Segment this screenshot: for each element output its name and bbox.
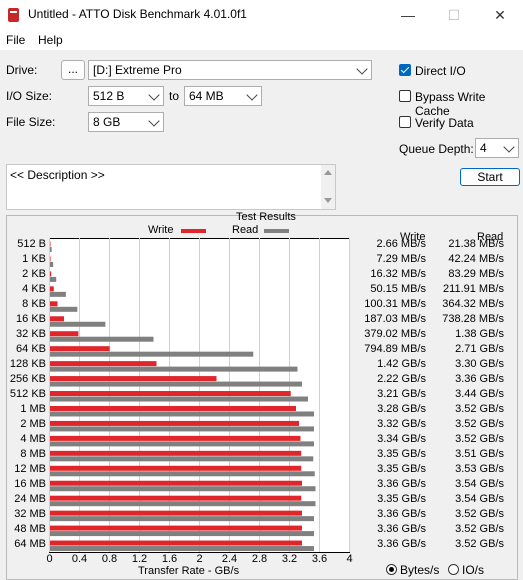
description-textbox[interactable]: << Description >> (6, 164, 336, 210)
bypass-write-cache-checkbox[interactable] (399, 90, 411, 102)
write-bar (50, 316, 65, 322)
menu-help[interactable]: Help (38, 33, 63, 47)
write-column-header: Write (400, 231, 426, 243)
write-bar (50, 301, 58, 307)
file-size-select[interactable]: 8 GB (88, 112, 164, 132)
file-size-value: 8 GB (93, 115, 121, 129)
drive-label: Drive: (6, 63, 38, 77)
write-bar (50, 495, 302, 501)
io-to-label: to (169, 89, 180, 103)
browse-button[interactable]: ... (61, 60, 85, 80)
legend-read-label: Read (232, 224, 259, 236)
read-bar (50, 516, 314, 522)
verify-data-checkbox[interactable] (399, 116, 411, 128)
write-bar (50, 510, 302, 516)
queue-depth-select[interactable]: 4 (475, 138, 519, 158)
write-bar (50, 331, 79, 337)
chevron-down-icon (356, 63, 368, 75)
read-bar (50, 276, 57, 282)
window-title: Untitled - ATTO Disk Benchmark 4.01.0f1 (28, 7, 247, 21)
write-bar (50, 391, 291, 397)
write-bar (50, 420, 299, 426)
write-bar (50, 540, 302, 546)
menu-bar (0, 30, 523, 50)
bytes-label[interactable]: Bytes/s (400, 563, 439, 577)
io-size-from-value: 512 B (93, 89, 125, 103)
file-size-label: File Size: (6, 115, 56, 129)
write-bar (50, 450, 302, 456)
results-title: Test Results (236, 211, 296, 223)
read-bar (50, 291, 66, 297)
read-bar (50, 261, 54, 267)
chevron-down-icon (148, 115, 160, 127)
write-bar (50, 435, 301, 441)
read-bar (50, 456, 314, 462)
write-bar (50, 361, 157, 367)
write-bar (50, 465, 302, 471)
direct-io-label[interactable]: Direct I/O (415, 64, 466, 78)
chevron-down-icon (246, 89, 258, 101)
app-icon (8, 8, 19, 22)
read-bar (50, 546, 314, 552)
write-bar (50, 376, 217, 382)
write-bar (50, 525, 302, 531)
scroll-up-icon[interactable] (324, 170, 332, 175)
read-bar (50, 441, 314, 447)
scroll-down-icon[interactable] (324, 198, 332, 203)
queue-depth-label: Queue Depth: (399, 142, 474, 156)
read-bar (50, 321, 106, 327)
drive-value: [D:] Extreme Pro (93, 63, 182, 77)
read-bar (50, 411, 314, 417)
read-bar (50, 471, 315, 477)
write-bar (50, 271, 52, 277)
write-bar (50, 405, 296, 411)
read-bar (50, 501, 316, 507)
write-bar (50, 286, 54, 292)
io-label[interactable]: IO/s (462, 563, 484, 577)
queue-depth-value: 4 (480, 141, 487, 155)
description-scrollbar[interactable] (321, 165, 335, 209)
read-bar (50, 336, 154, 342)
drive-select[interactable]: [D:] Extreme Pro (88, 60, 372, 80)
read-bar (50, 426, 314, 432)
close-button[interactable]: ✕ (477, 0, 523, 30)
write-bar (50, 256, 51, 262)
start-button[interactable]: Start (460, 168, 520, 186)
maximize-button[interactable]: ☐ (431, 0, 477, 30)
legend-write-label: Write (148, 224, 174, 236)
write-bar (50, 241, 51, 247)
io-size-to-value: 64 MB (189, 89, 224, 103)
legend-write-swatch (181, 229, 206, 233)
io-size-label: I/O Size: (6, 89, 53, 103)
chart-plot (49, 238, 350, 553)
verify-data-label[interactable]: Verify Data (415, 116, 474, 130)
bypass-write-cache-label[interactable]: Bypass Write Cache (415, 90, 523, 118)
read-bar (50, 531, 314, 537)
chevron-down-icon (503, 141, 515, 153)
io-size-from-select[interactable]: 512 B (88, 86, 164, 106)
description-text: << Description >> (10, 168, 105, 182)
read-column-header: Read (477, 231, 504, 243)
legend-read-swatch (264, 229, 289, 233)
chevron-down-icon (148, 89, 160, 101)
read-bar (50, 381, 302, 387)
write-bar (50, 480, 302, 486)
read-bar (50, 351, 254, 357)
read-bar (50, 306, 78, 312)
minimize-button[interactable]: — (385, 0, 431, 30)
direct-io-checkbox[interactable] (399, 64, 411, 76)
io-size-to-select[interactable]: 64 MB (184, 86, 262, 106)
bytes-radio[interactable] (386, 564, 397, 575)
io-radio[interactable] (448, 564, 459, 575)
read-bar (50, 486, 316, 492)
menu-file[interactable]: File (6, 33, 25, 47)
read-bar (50, 396, 308, 402)
write-bar (50, 346, 110, 352)
read-bar (50, 247, 52, 252)
read-bar (50, 366, 298, 372)
x-axis-label: Transfer Rate - GB/s (138, 565, 240, 577)
